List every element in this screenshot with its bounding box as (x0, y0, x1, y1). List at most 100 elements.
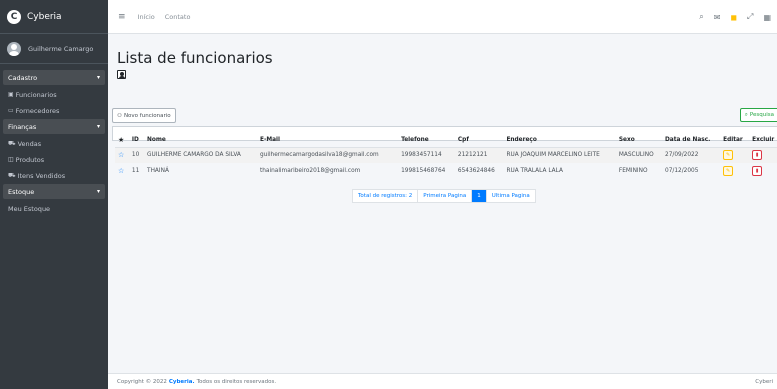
sidebar: C Cyberia Guilherme Camargo Cadastro ▾ ▣… (0, 0, 108, 389)
cell-telefone: 19983457114 (401, 152, 442, 159)
col-nome: Nome (147, 136, 166, 143)
brand[interactable]: C Cyberia (0, 0, 108, 34)
cell-nome: GUILHERME CAMARGO DA SILVA (147, 152, 241, 159)
sidebar-item-itens-vendidos[interactable]: ⛟ Itens Vendidos (3, 168, 105, 183)
top-navbar: ≡ Início Contato ⌕ ✉ ◼ ⤢ ▦ (108, 0, 777, 34)
cell-telefone: 199815468764 (401, 168, 446, 174)
sidebar-section-cadastro[interactable]: Cadastro ▾ (3, 70, 105, 85)
trash-icon[interactable]: ▮ (752, 150, 763, 161)
col-excluir: Excluir (752, 136, 775, 143)
chevron-down-icon: ▾ (96, 123, 100, 130)
sidebar-section-financas[interactable]: Finanças ▾ (3, 119, 105, 134)
cell-nasc: 07/12/2005 (665, 168, 699, 174)
avatar (7, 41, 21, 56)
comments-icon[interactable]: ✉ (714, 13, 721, 22)
search-icon: ⌕ (744, 111, 748, 118)
cell-id: 10 (131, 152, 140, 159)
employees-table: ★ ID Nome E-Mail Telefone Cpf Endereço S… (115, 133, 777, 179)
cell-cpf: 21212121 (457, 152, 488, 159)
search-button-label: Pesquisa (749, 112, 774, 118)
trash-icon[interactable]: ▮ (752, 166, 763, 176)
first-page-link[interactable]: Primeira Pagina (418, 190, 473, 202)
footer-rights: Todos os direitos reservados. (196, 378, 277, 385)
expand-icon[interactable]: ⤢ (747, 12, 753, 22)
footer-brand-link[interactable]: Cyberia. (169, 379, 195, 385)
col-email: E-Mail (259, 136, 281, 143)
star-outline-icon[interactable]: ☆ (118, 151, 124, 159)
sidebar-item-label: Fornecedores (15, 106, 60, 115)
section-label: Finanças (8, 122, 37, 131)
cell-cpf: 6543624846 (457, 168, 495, 174)
id-card-icon: ▣ (8, 91, 14, 98)
cell-nasc: 27/09/2022 (665, 152, 699, 159)
table-header-row: ★ ID Nome E-Mail Telefone Cpf Endereço S… (115, 133, 777, 147)
sidebar-item-label: Vendas (17, 139, 42, 148)
col-cpf: Cpf (457, 136, 469, 143)
sidebar-item-vendas[interactable]: ⛟ Vendas (3, 136, 105, 151)
col-editar: Editar (723, 136, 743, 143)
nav-link-contato[interactable]: Contato (165, 13, 191, 21)
col-sexo: Sexo (618, 136, 635, 143)
section-label: Cadastro (8, 73, 38, 82)
footer: Copyright © 2022 Cyberia. Todos os direi… (108, 373, 777, 389)
sidebar-nav: Cadastro ▾ ▣ Funcionarios ▭ Fornecedores… (0, 64, 108, 216)
cell-email: guilhermecamargodasilva18@gmail.com (259, 152, 379, 159)
user-icon (117, 70, 126, 79)
cell-endereco: RUA JOAQUIM MARCELINO LEITE (506, 152, 600, 159)
cart-icon: ⛟ (8, 139, 16, 147)
bell-icon[interactable]: ◼ (730, 13, 737, 22)
table-row: ☆ 11 THAINÁ thainalimaribeiro2018@gmail.… (115, 163, 777, 179)
cell-endereco: RUA TRALALA LALA (506, 168, 563, 174)
sidebar-item-label: Itens Vendidos (17, 171, 66, 180)
footer-copyright: Copyright © 2022 (117, 378, 167, 385)
user-plus-icon: ⚇ (117, 112, 122, 119)
grid-icon[interactable]: ▦ (763, 13, 771, 22)
sidebar-section-estoque[interactable]: Estoque ▾ (3, 184, 105, 199)
section-label: Estoque (8, 187, 35, 196)
brand-logo: C (7, 9, 21, 24)
new-employee-label: Novo funcionario (123, 112, 171, 119)
pagination: Total de registros: 2 Primeira Pagina 1 … (352, 189, 536, 203)
sidebar-item-fornecedores[interactable]: ▭ Fornecedores (3, 103, 105, 118)
cell-sexo: MASCULINO (618, 152, 654, 159)
cell-id: 11 (131, 168, 140, 174)
cart-icon: ⛟ (8, 171, 16, 179)
search-icon[interactable]: ⌕ (699, 12, 703, 22)
col-telefone: Telefone (401, 136, 429, 143)
navbar-right: ⌕ ✉ ◼ ⤢ ▦ (699, 0, 771, 34)
sidebar-item-label: Funcionarios (15, 90, 57, 99)
menu-toggle-icon[interactable]: ≡ (118, 12, 126, 22)
cell-nome: THAINÁ (147, 168, 169, 174)
search-button[interactable]: ⌕ Pesquisa (739, 108, 777, 122)
footer-right-text: Cyberi (755, 378, 773, 385)
col-endereco: Endereço (506, 136, 537, 143)
sidebar-item-label: Meu Estoque (8, 204, 51, 213)
new-employee-button[interactable]: ⚇ Novo funcionario (112, 108, 176, 123)
edit-icon[interactable]: ✎ (723, 150, 734, 161)
sidebar-item-meu-estoque[interactable]: Meu Estoque (3, 201, 105, 216)
star-icon: ★ (118, 135, 125, 144)
chevron-down-icon: ▾ (96, 74, 100, 81)
sidebar-item-funcionarios[interactable]: ▣ Funcionarios (3, 87, 105, 102)
truck-icon: ▭ (8, 107, 14, 114)
col-nasc: Data de Nasc. (665, 136, 711, 143)
cell-sexo: FEMININO (618, 168, 648, 174)
sidebar-item-produtos[interactable]: ◫ Produtos (3, 152, 105, 167)
main-content: Lista de funcionarios ⚇ Novo funcionario… (108, 35, 777, 373)
sidebar-item-label: Produtos (15, 155, 45, 164)
box-icon: ◫ (8, 156, 14, 163)
total-records: Total de registros: 2 (353, 190, 419, 202)
brand-name: Cyberia (27, 11, 62, 22)
cell-email: thainalimaribeiro2018@gmail.com (259, 168, 361, 174)
last-page-link[interactable]: Ultima Pagina (487, 190, 535, 202)
col-id: ID (131, 136, 139, 143)
user-name: Guilherme Camargo (28, 44, 94, 53)
page-title: Lista de funcionarios (117, 49, 273, 67)
table-row: ☆ 10 GUILHERME CAMARGO DA SILVA guilherm… (115, 147, 777, 163)
favorite-header: ★ (115, 133, 129, 147)
page-link-current[interactable]: 1 (472, 190, 487, 202)
edit-icon[interactable]: ✎ (723, 166, 734, 176)
user-panel[interactable]: Guilherme Camargo (0, 34, 108, 64)
star-outline-icon[interactable]: ☆ (118, 167, 124, 175)
nav-link-inicio[interactable]: Início (138, 13, 155, 21)
